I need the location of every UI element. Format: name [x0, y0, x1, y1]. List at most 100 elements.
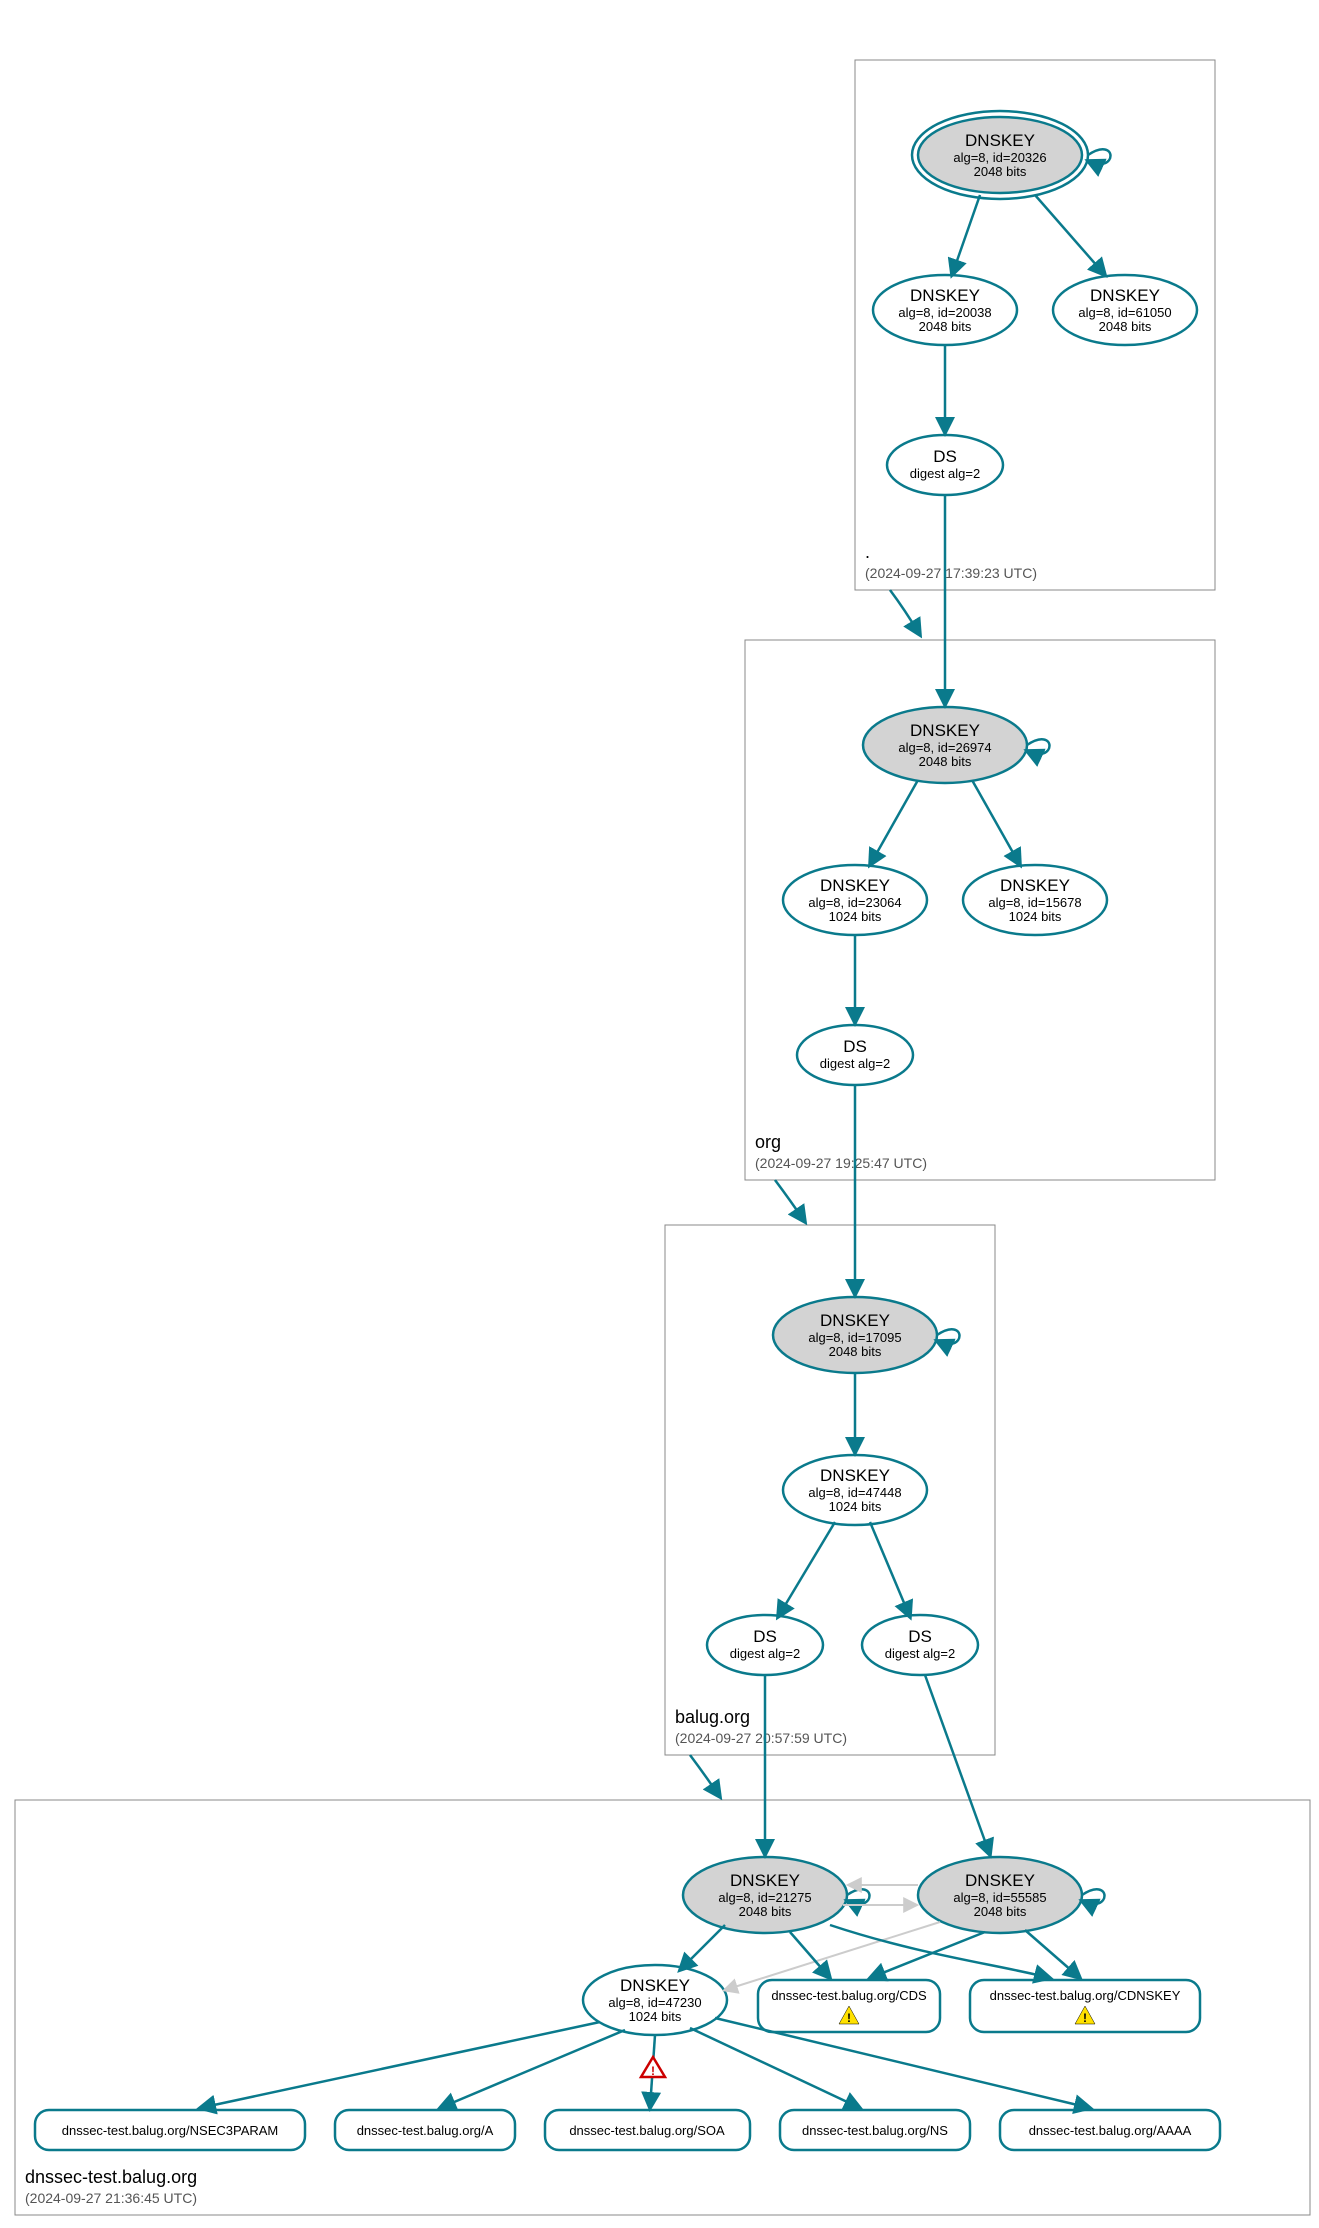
dnskey-root-ksk[interactable]: DNSKEY alg=8, id=20326 2048 bits [912, 111, 1088, 199]
svg-text:alg=8, id=23064: alg=8, id=23064 [808, 895, 901, 910]
svg-text:2048 bits: 2048 bits [739, 1904, 792, 1919]
ds-root[interactable]: DS digest alg=2 [887, 435, 1003, 495]
svg-text:!: ! [651, 2064, 655, 2078]
dnskey-dt-ksk1[interactable]: DNSKEY alg=8, id=21275 2048 bits [683, 1857, 847, 1933]
svg-text:alg=8, id=21275: alg=8, id=21275 [718, 1890, 811, 1905]
svg-text:dnssec-test.balug.org/CDNSKEY: dnssec-test.balug.org/CDNSKEY [990, 1988, 1181, 2003]
svg-text:2048 bits: 2048 bits [974, 164, 1027, 179]
svg-text:2048 bits: 2048 bits [919, 754, 972, 769]
svg-text:DNSKEY: DNSKEY [910, 721, 980, 740]
svg-text:DS: DS [753, 1627, 777, 1646]
svg-text:alg=8, id=47230: alg=8, id=47230 [608, 1995, 701, 2010]
svg-text:dnssec-test.balug.org/NSEC3PAR: dnssec-test.balug.org/NSEC3PARAM [62, 2123, 279, 2138]
svg-text:DNSKEY: DNSKEY [965, 1871, 1035, 1890]
svg-text:1024 bits: 1024 bits [829, 909, 882, 924]
rr-nsec3param[interactable]: dnssec-test.balug.org/NSEC3PARAM [35, 2110, 305, 2150]
zone-title-balug: balug.org [675, 1707, 750, 1727]
dnskey-org-zsk2[interactable]: DNSKEY alg=8, id=15678 1024 bits [963, 865, 1107, 935]
dnskey-org-ksk[interactable]: DNSKEY alg=8, id=26974 2048 bits [863, 707, 1027, 783]
ds-org[interactable]: DS digest alg=2 [797, 1025, 913, 1085]
edge [972, 780, 1020, 865]
svg-text:2048 bits: 2048 bits [919, 319, 972, 334]
svg-text:DNSKEY: DNSKEY [910, 286, 980, 305]
svg-text:!: ! [847, 2011, 851, 2025]
zone-link-balug-dnssec [690, 1755, 720, 1797]
svg-text:alg=8, id=26974: alg=8, id=26974 [898, 740, 991, 755]
svg-text:digest alg=2: digest alg=2 [885, 1646, 955, 1661]
svg-text:alg=8, id=15678: alg=8, id=15678 [988, 895, 1081, 910]
edge [690, 2028, 860, 2108]
svg-text:digest alg=2: digest alg=2 [910, 466, 980, 481]
svg-text:dnssec-test.balug.org/SOA: dnssec-test.balug.org/SOA [569, 2123, 725, 2138]
self-edge-org-ksk [1027, 739, 1050, 754]
svg-text:2048 bits: 2048 bits [1099, 319, 1152, 334]
zone-title-dnssec: dnssec-test.balug.org [25, 2167, 197, 2187]
self-edge-balug-ksk [937, 1329, 960, 1344]
edge [870, 780, 918, 865]
self-edge-dt-ksk1 [847, 1889, 870, 1904]
svg-text:DS: DS [843, 1037, 867, 1056]
svg-text:dnssec-test.balug.org/A: dnssec-test.balug.org/A [357, 2123, 494, 2138]
zone-link-org-balug [775, 1180, 805, 1222]
rr-soa[interactable]: dnssec-test.balug.org/SOA [545, 2110, 750, 2150]
rr-cds[interactable]: dnssec-test.balug.org/CDS ! [758, 1980, 940, 2032]
rr-ns[interactable]: dnssec-test.balug.org/NS [780, 2110, 970, 2150]
edge [790, 1932, 830, 1978]
edge [778, 1522, 835, 1617]
edge [1035, 195, 1105, 275]
edge [952, 195, 980, 275]
svg-text:dnssec-test.balug.org/CDS: dnssec-test.balug.org/CDS [771, 1988, 927, 2003]
zone-time-balug: (2024-09-27 20:57:59 UTC) [675, 1730, 847, 1746]
error-icon: ! [641, 2057, 665, 2078]
zone-title-org: org [755, 1132, 781, 1152]
zone-time-org: (2024-09-27 19:25:47 UTC) [755, 1155, 927, 1171]
edge [1025, 1930, 1080, 1978]
zone-time-root: (2024-09-27 17:39:23 UTC) [865, 565, 1037, 581]
svg-text:DNSKEY: DNSKEY [820, 876, 890, 895]
svg-text:alg=8, id=55585: alg=8, id=55585 [953, 1890, 1046, 1905]
zone-time-dnssec: (2024-09-27 21:36:45 UTC) [25, 2190, 197, 2206]
rr-a[interactable]: dnssec-test.balug.org/A [335, 2110, 515, 2150]
dnskey-balug-ksk[interactable]: DNSKEY alg=8, id=17095 2048 bits [773, 1297, 937, 1373]
svg-text:digest alg=2: digest alg=2 [730, 1646, 800, 1661]
dnskey-balug-zsk[interactable]: DNSKEY alg=8, id=47448 1024 bits [783, 1455, 927, 1525]
dnskey-dt-zsk[interactable]: DNSKEY alg=8, id=47230 1024 bits [583, 1965, 727, 2035]
svg-text:DNSKEY: DNSKEY [1000, 876, 1070, 895]
edge [870, 1522, 910, 1617]
edge [440, 2030, 625, 2108]
svg-text:alg=8, id=47448: alg=8, id=47448 [808, 1485, 901, 1500]
svg-text:DNSKEY: DNSKEY [1090, 286, 1160, 305]
edge [925, 1675, 990, 1855]
svg-text:1024 bits: 1024 bits [629, 2009, 682, 2024]
svg-text:1024 bits: 1024 bits [1009, 909, 1062, 924]
svg-text:digest alg=2: digest alg=2 [820, 1056, 890, 1071]
dnskey-root-zsk1[interactable]: DNSKEY alg=8, id=20038 2048 bits [873, 275, 1017, 345]
rr-aaaa[interactable]: dnssec-test.balug.org/AAAA [1000, 2110, 1220, 2150]
svg-text:!: ! [1083, 2011, 1087, 2025]
ds-balug-1[interactable]: DS digest alg=2 [707, 1615, 823, 1675]
self-edge-root-ksk [1088, 149, 1111, 164]
zone-link-root-org [890, 590, 920, 635]
svg-text:dnssec-test.balug.org/AAAA: dnssec-test.balug.org/AAAA [1029, 2123, 1192, 2138]
svg-text:alg=8, id=61050: alg=8, id=61050 [1078, 305, 1171, 320]
svg-text:DNSKEY: DNSKEY [965, 131, 1035, 150]
ds-balug-2[interactable]: DS digest alg=2 [862, 1615, 978, 1675]
self-edge-dt-ksk2 [1082, 1889, 1105, 1904]
svg-text:alg=8, id=20326: alg=8, id=20326 [953, 150, 1046, 165]
svg-text:DNSKEY: DNSKEY [820, 1311, 890, 1330]
zone-title-root: . [865, 542, 870, 562]
svg-text:alg=8, id=20038: alg=8, id=20038 [898, 305, 991, 320]
svg-text:alg=8, id=17095: alg=8, id=17095 [808, 1330, 901, 1345]
svg-text:1024 bits: 1024 bits [829, 1499, 882, 1514]
svg-text:DS: DS [933, 447, 957, 466]
svg-text:dnssec-test.balug.org/NS: dnssec-test.balug.org/NS [802, 2123, 948, 2138]
dnskey-org-zsk1[interactable]: DNSKEY alg=8, id=23064 1024 bits [783, 865, 927, 935]
svg-text:2048 bits: 2048 bits [829, 1344, 882, 1359]
edge [680, 1925, 725, 1970]
rr-cdnskey[interactable]: dnssec-test.balug.org/CDNSKEY ! [970, 1980, 1200, 2032]
svg-text:2048 bits: 2048 bits [974, 1904, 1027, 1919]
svg-text:DNSKEY: DNSKEY [730, 1871, 800, 1890]
dnskey-root-zsk2[interactable]: DNSKEY alg=8, id=61050 2048 bits [1053, 275, 1197, 345]
svg-text:DS: DS [908, 1627, 932, 1646]
dnskey-dt-ksk2[interactable]: DNSKEY alg=8, id=55585 2048 bits [918, 1857, 1082, 1933]
